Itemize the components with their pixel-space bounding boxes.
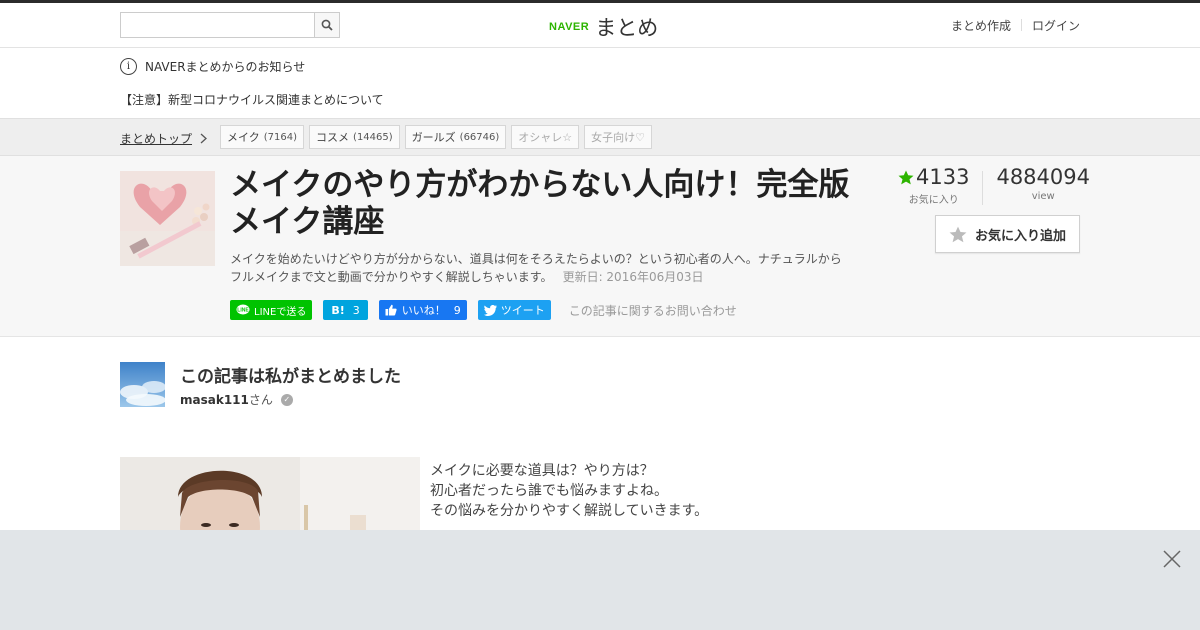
chevron-right-icon	[200, 133, 207, 144]
intro-line: その悩みを分かりやすく解説していきます。	[430, 503, 709, 519]
tag-count: (7164)	[263, 131, 298, 143]
tag-item[interactable]: オシャレ☆	[511, 125, 580, 149]
views-label: view	[1031, 191, 1055, 202]
svg-text:LINE: LINE	[237, 308, 249, 314]
create-matome-link[interactable]: まとめ作成	[951, 17, 1011, 34]
favorites-label: お気に入り	[908, 195, 959, 206]
verified-check-icon: ✓	[280, 393, 293, 406]
add-favorite-button[interactable]: お気に入り追加	[935, 215, 1080, 253]
tag-label: ガールズ	[411, 131, 456, 144]
stats-divider	[982, 171, 984, 205]
tag-list: メイク (7164) コスメ (14465) ガールズ (66746) オシャレ☆ 女…	[220, 125, 653, 149]
facebook-like-button[interactable]: いいね！ 9	[378, 300, 467, 320]
facebook-like-label: いいね！	[401, 304, 446, 317]
notice-section: i NAVERまとめからのお知らせ 【注意】新型コロナウイルス関連まとめについて	[120, 58, 1080, 107]
description-text: メイクを始めたいけどやり方が分からない、道具は何をそろえたらよいの？という初心者…	[230, 252, 842, 284]
avatar[interactable]	[120, 362, 165, 407]
category-bar: まとめトップ メイク (7164) コスメ (14465) ガールズ (66746) …	[0, 118, 1200, 156]
hatena-count: 3	[352, 303, 360, 317]
star-icon	[898, 170, 914, 184]
contact-link[interactable]: この記事に関するお問い合わせ	[569, 302, 737, 319]
search-input[interactable]	[121, 13, 314, 37]
tag-label: 女子向け♡	[591, 131, 646, 144]
tag-label: メイク	[227, 131, 260, 144]
author-suffix: さん	[248, 393, 273, 407]
article-title: メイクのやり方がわからない人向け！完全版メイク講座	[230, 167, 850, 240]
tag-item[interactable]: 女子向け♡	[584, 125, 653, 149]
site-header: NAVER まとめ まとめ作成 ログイン	[0, 3, 1200, 48]
favorites-stat: 4133 お気に入り	[898, 165, 969, 206]
tag-label: オシャレ☆	[518, 131, 573, 144]
article-intro: メイクに必要な道具は？やり方は？ 初心者だったら誰でも悩みますよね。 その悩みを…	[430, 461, 708, 521]
info-icon: i	[120, 58, 137, 75]
site-logo[interactable]: NAVER まとめ	[549, 12, 658, 42]
favorites-count: 4133	[916, 165, 970, 189]
tag-item[interactable]: ガールズ (66746)	[404, 125, 507, 149]
hatena-bookmark-button[interactable]: B! 3	[323, 300, 368, 320]
facebook-like-count: 9	[453, 303, 461, 317]
updated-date: 更新日: 2016年06月03日	[562, 270, 704, 284]
line-share-label: LINEで送る	[254, 306, 307, 318]
twitter-bird-icon	[483, 304, 497, 316]
tag-item[interactable]: コスメ (14465)	[309, 125, 400, 149]
article-stats: 4133 お気に入り 4884094 view	[898, 165, 1090, 206]
header-nav: まとめ作成 ログイン	[951, 17, 1080, 34]
share-bar: LINE LINEで送る B! 3 いいね！ 9 ツイート この記事に関するお問…	[230, 300, 737, 320]
author-name-row: masak111さん ✓	[180, 391, 293, 408]
line-share-button[interactable]: LINE LINEで送る	[230, 300, 313, 320]
search-icon	[321, 19, 333, 31]
tag-label: コスメ	[316, 131, 350, 144]
tag-item[interactable]: メイク (7164)	[220, 125, 305, 149]
article-description: メイクを始めたいけどやり方が分からない、道具は何をそろえたらよいの？という初心者…	[230, 250, 850, 286]
intro-line: 初心者だったら誰でも悩みますよね。	[430, 483, 668, 499]
views-stat: 4884094 view	[996, 165, 1090, 206]
login-link[interactable]: ログイン	[1032, 17, 1080, 34]
star-icon	[949, 226, 967, 242]
search-button[interactable]	[314, 13, 339, 37]
add-favorite-label: お気に入り追加	[974, 228, 1066, 244]
search-box	[120, 12, 340, 38]
breadcrumb: まとめトップ	[120, 130, 207, 147]
close-icon[interactable]	[1162, 549, 1182, 569]
hatena-icon: B!	[331, 303, 345, 317]
tag-count: (14465)	[353, 131, 393, 143]
line-icon: LINE	[236, 304, 250, 315]
author-name[interactable]: masak111	[180, 393, 249, 407]
notice-link[interactable]: 【注意】新型コロナウイルス関連まとめについて	[120, 91, 384, 108]
intro-line: メイクに必要な道具は？やり方は？	[430, 463, 654, 479]
bottom-ad-overlay	[0, 530, 1200, 630]
article-thumbnail[interactable]	[120, 171, 215, 266]
article-main-image	[120, 457, 420, 537]
tag-count: (66746)	[459, 131, 500, 143]
thumbs-up-icon	[385, 304, 397, 316]
author-heading: この記事は私がまとめました	[180, 367, 401, 387]
notice-title: NAVERまとめからのお知らせ	[145, 60, 306, 74]
breadcrumb-top-link[interactable]: まとめトップ	[120, 130, 192, 147]
article-header: メイクのやり方がわからない人向け！完全版メイク講座 メイクを始めたいけどやり方が…	[0, 156, 1200, 337]
logo-matome: まとめ	[595, 16, 659, 40]
logo-naver: NAVER	[549, 21, 590, 33]
nav-divider	[1020, 19, 1022, 31]
views-count: 4884094	[996, 165, 1090, 189]
tweet-label: ツイート	[500, 304, 545, 317]
tweet-button[interactable]: ツイート	[477, 300, 551, 320]
